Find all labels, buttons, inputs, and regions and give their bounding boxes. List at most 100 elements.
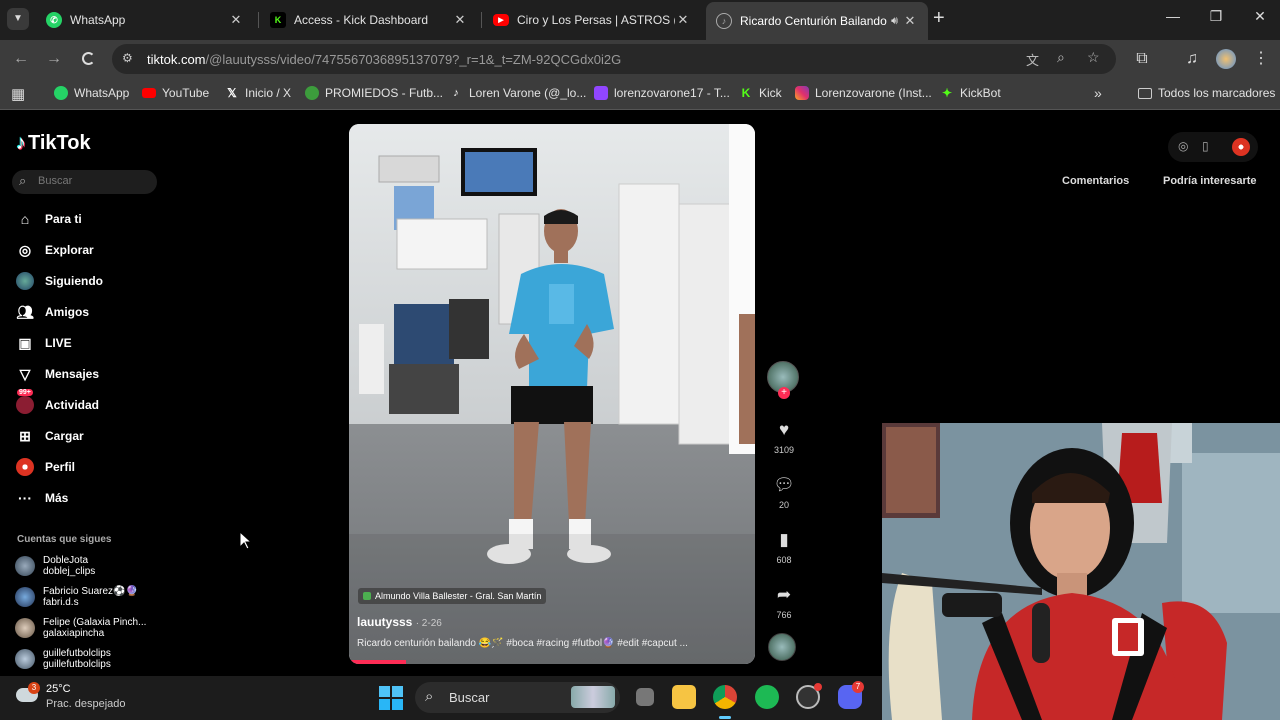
bookmark-kick[interactable]: K Kick	[739, 86, 782, 100]
tab-podria-interesarte[interactable]: Podría interesarte	[1163, 175, 1257, 187]
location-tag[interactable]: Almundo Villa Ballester - Gral. San Mart…	[358, 588, 547, 604]
follow-plus-button[interactable]: +	[778, 387, 790, 399]
following-icon	[16, 272, 34, 290]
close-icon[interactable]: ✕	[902, 13, 918, 29]
bookmark-instagram[interactable]: Lorenzovarone (Inst...	[795, 86, 932, 100]
windows-taskbar: 3 25°C Prac. despejado ⌕ Buscar 7	[0, 676, 882, 720]
site-settings-icon[interactable]: ⚙	[122, 51, 133, 65]
nav-live[interactable]: ▣ LIVE	[16, 334, 71, 352]
nav-perfil[interactable]: Perfil	[16, 458, 75, 476]
account-item[interactable]: guillefutbolclips guillefutbolclips	[15, 648, 111, 670]
bookmark-twitch[interactable]: lorenzovarone17 - T...	[594, 86, 730, 100]
following-heading: Cuentas que sigues	[17, 534, 112, 545]
close-icon[interactable]: ✕	[228, 12, 244, 28]
nav-siguiendo[interactable]: Siguiendo	[16, 272, 103, 290]
task-view-icon[interactable]	[636, 688, 654, 706]
all-bookmarks-folder[interactable]: Todos los marcadores	[1138, 86, 1275, 100]
whatsapp-icon: ✆	[46, 12, 62, 28]
zoom-icon[interactable]: ⌕	[1057, 49, 1065, 66]
bookmark-x[interactable]: 𝕏 Inicio / X	[225, 86, 291, 100]
bookmarks-bar: ▦ WhatsApp YouTube 𝕏 Inicio / X PROMIEDOS…	[0, 78, 1280, 110]
apps-grid-icon[interactable]: ▦	[11, 85, 25, 103]
mouse-cursor-icon	[239, 531, 252, 550]
compass-icon: ◎	[18, 241, 32, 258]
nav-mas[interactable]: ··· Más	[16, 489, 68, 507]
active-app-indicator	[719, 716, 731, 719]
nav-mensajes[interactable]: ▽ Mensajes	[16, 365, 99, 383]
bookmark-whatsapp[interactable]: WhatsApp	[54, 86, 129, 100]
nav-para-ti[interactable]: ⌂ Para ti	[16, 210, 82, 228]
address-bar[interactable]: ⚙ tiktok.com/@lauutysss/video/7475567036…	[112, 44, 1116, 74]
back-button[interactable]: ←	[10, 48, 32, 70]
translate-icon[interactable]: 文	[1026, 50, 1039, 69]
tab-tiktok-active[interactable]: ♪ Ricardo Centurión Bailando 🔊︎ ✕	[706, 2, 928, 40]
weather-badge: 3	[28, 682, 40, 694]
speaker-icon[interactable]: 🔊︎	[891, 15, 898, 28]
video-progress-bar[interactable]	[349, 660, 406, 664]
minimize-button[interactable]: —	[1153, 8, 1193, 24]
browser-toolbar: ← → ⚙ tiktok.com/@lauutysss/video/747556…	[0, 40, 1280, 78]
top-right-controls: ◎ ▯	[1168, 132, 1258, 162]
video-frame	[349, 124, 755, 664]
share-button[interactable]: ➦ 766	[768, 585, 800, 620]
sound-avatar[interactable]	[768, 633, 796, 661]
restore-button[interactable]: ❐	[1196, 8, 1236, 25]
star-icon[interactable]: ☆	[1087, 49, 1100, 66]
bookmark-tiktok-loren[interactable]: ♪ Loren Varone (@_lo...	[449, 86, 586, 100]
taskbar-search[interactable]: ⌕ Buscar	[415, 682, 620, 713]
tab-youtube[interactable]: ▶ Ciro y Los Persas | ASTROS (Re ✕	[483, 4, 701, 36]
close-icon[interactable]: ✕	[675, 12, 691, 28]
activity-icon: 99+	[16, 389, 34, 414]
menu-icon[interactable]: ⋮	[1250, 48, 1272, 70]
chrome-icon[interactable]	[713, 685, 737, 709]
tab-comentarios[interactable]: Comentarios	[1062, 175, 1129, 187]
home-icon: ⌂	[20, 211, 30, 227]
more-bookmarks-icon[interactable]: »	[1094, 85, 1102, 101]
start-button[interactable]	[379, 686, 403, 710]
bookmark-promiedos[interactable]: PROMIEDOS - Futb...	[305, 86, 443, 100]
x-icon: 𝕏	[227, 86, 237, 100]
profile-icon	[16, 458, 34, 476]
tab-search-button[interactable]: ▼	[7, 8, 29, 30]
account-item[interactable]: Fabricio Suarez⚽🔮 fabri.d.s	[15, 586, 138, 608]
new-tab-button[interactable]: +	[933, 8, 945, 28]
comment-icon: 💬︎	[773, 475, 795, 494]
window-close-button[interactable]: ✕	[1240, 8, 1280, 25]
comment-button[interactable]: 💬︎ 20	[768, 475, 800, 510]
nav-actividad[interactable]: 99+ Actividad	[16, 389, 99, 414]
bookmark-button[interactable]: ▮ 608	[768, 530, 800, 565]
phone-icon[interactable]: ▯	[1202, 139, 1209, 153]
spotify-icon[interactable]	[755, 685, 779, 709]
file-explorer-icon[interactable]	[672, 685, 696, 709]
tiktok-icon: ♪	[453, 87, 459, 99]
nav-amigos[interactable]: 👥︎ Amigos	[16, 303, 89, 321]
close-icon[interactable]: ✕	[452, 12, 468, 28]
account-item[interactable]: DobleJota doblej_clips	[15, 555, 95, 577]
nav-cargar[interactable]: ⊞ Cargar	[16, 427, 84, 445]
browser-tab-strip: ▼ ✆ WhatsApp ✕ K Access - Kick Dashboard…	[0, 0, 1280, 40]
stop-loading-button[interactable]	[77, 48, 99, 70]
search-icon: ⌕	[19, 173, 27, 188]
tab-whatsapp[interactable]: ✆ WhatsApp ✕	[36, 4, 254, 36]
share-icon: ➦	[776, 585, 792, 604]
tab-kick-dashboard[interactable]: K Access - Kick Dashboard ✕	[260, 4, 478, 36]
media-control-icon[interactable]: ♫	[1181, 48, 1203, 70]
video-player[interactable]: Almundo Villa Ballester - Gral. San Mart…	[349, 124, 755, 664]
account-item[interactable]: Felipe (Galaxia Pinch... galaxiapincha	[15, 617, 146, 639]
compass-icon[interactable]: ◎	[1178, 139, 1188, 153]
bookmark-youtube[interactable]: YouTube	[142, 86, 209, 100]
profile-avatar[interactable]	[1216, 49, 1236, 69]
upload-icon: ⊞	[19, 427, 31, 444]
windows-logo-icon	[379, 686, 403, 710]
tiktok-logo[interactable]: ♪ TikTok	[16, 132, 91, 155]
avatar	[15, 618, 35, 638]
recording-dot	[814, 683, 822, 691]
nav-explorar[interactable]: ◎ Explorar	[16, 241, 94, 259]
search-input[interactable]: ⌕ Buscar	[12, 170, 157, 194]
like-button[interactable]: ♥ 3109	[768, 420, 800, 455]
forward-button[interactable]: →	[43, 48, 65, 70]
bookmark-kickbot[interactable]: ✦ KickBot	[940, 86, 1001, 100]
extensions-icon[interactable]: ⧉	[1131, 48, 1153, 70]
video-author[interactable]: lauutysss · 2-26	[357, 615, 442, 629]
user-avatar[interactable]	[1232, 138, 1250, 156]
